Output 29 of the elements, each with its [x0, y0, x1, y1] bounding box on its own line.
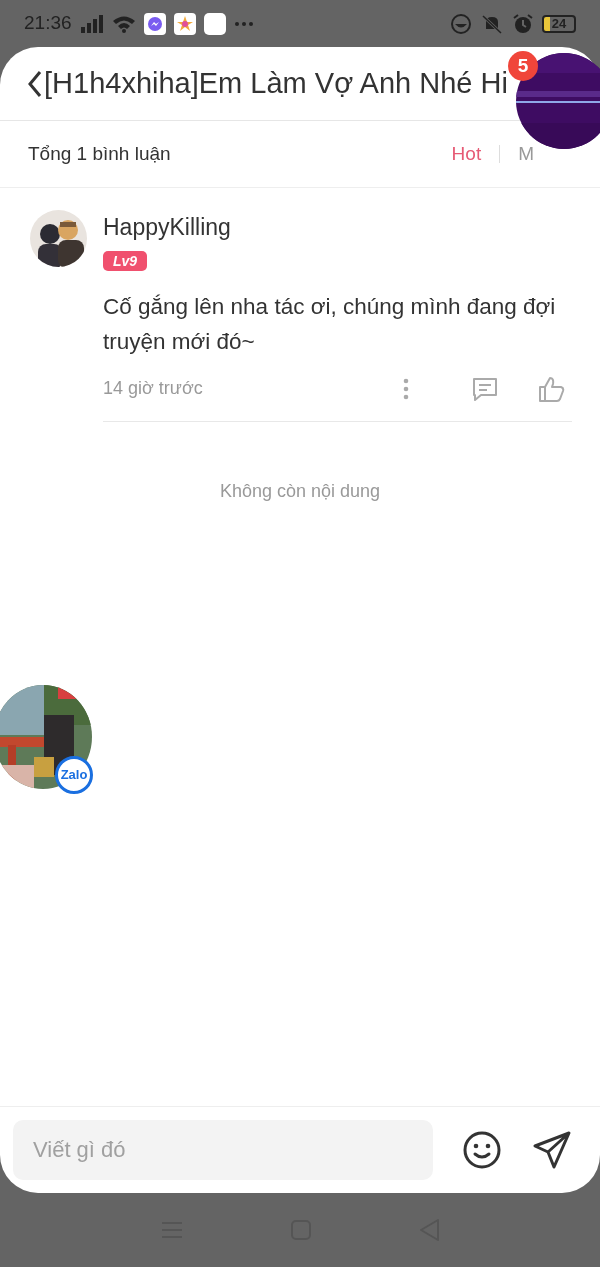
emoji-icon[interactable] [462, 1130, 502, 1170]
more-icon [233, 20, 254, 27]
alarm-icon [512, 12, 534, 35]
star-app-icon [173, 12, 196, 35]
clock-time: 21:36 [24, 11, 72, 36]
notification-badge: 5 [508, 51, 538, 81]
send-icon[interactable] [532, 1130, 572, 1170]
page-title: [H1h4xhiha]Em Làm Vợ Anh Nhé Hi [44, 65, 508, 101]
comment-count: Tổng 1 bình luận [28, 141, 172, 166]
battery-indicator: 24 [542, 14, 576, 33]
wifi-icon [111, 14, 136, 33]
mute-icon [480, 12, 504, 35]
username: HappyKilling [103, 213, 232, 242]
comment-input[interactable]: Viết gì đó [13, 1120, 433, 1180]
app-icon [203, 12, 226, 35]
zalo-badge: Zalo [55, 756, 93, 794]
level-badge: Lv9 [103, 250, 148, 271]
signal-icon [79, 14, 104, 33]
back-icon[interactable] [26, 68, 44, 99]
end-of-content-note: Không còn nội dung [218, 479, 382, 503]
more-icon[interactable] [403, 377, 409, 400]
comment-text: Cố gắng lên nha tác ơi, chúng mình đang đợi truyện mới đó~ [103, 292, 557, 356]
messenger-icon [143, 12, 166, 35]
reply-icon[interactable] [471, 375, 499, 402]
like-icon[interactable] [537, 374, 565, 403]
comment-time: 14 giờ trước [103, 377, 204, 400]
sort-tab[interactable]: M [518, 143, 534, 165]
sort-tab[interactable]: Hot [451, 143, 482, 165]
status-icon [450, 12, 472, 35]
